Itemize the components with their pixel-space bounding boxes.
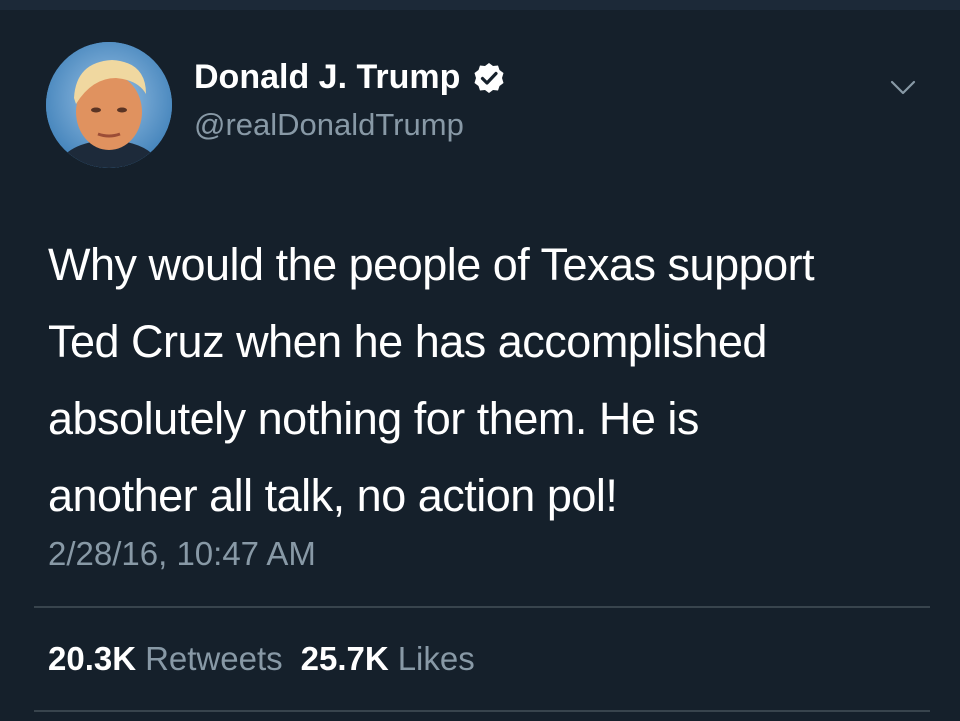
author-display-name[interactable]: Donald J. Trump [194,58,506,97]
likes-count: 25.7K [300,640,389,677]
display-name-text: Donald J. Trump [194,58,461,96]
retweets-stat[interactable]: 20.3K Retweets [48,640,283,677]
tweet-timestamp[interactable]: 2/28/16, 10:47 AM [48,535,316,573]
verified-badge-icon [474,62,504,93]
likes-label: Likes [397,640,475,677]
retweets-label: Retweets [145,640,283,677]
tweet-text-line: another all talk, no action pol! [48,470,618,521]
divider [34,710,930,712]
tweet-text: Why would the people of Texas support Te… [48,226,928,534]
divider [34,606,930,608]
author-handle[interactable]: @realDonaldTrump [194,107,464,143]
likes-stat[interactable]: 25.7K Likes [301,640,475,677]
retweets-count: 20.3K [48,640,137,677]
tweet-text-line: Ted Cruz when he has accomplished [48,316,767,367]
profile-photo-icon [46,42,172,168]
chevron-down-icon[interactable] [890,80,916,96]
top-strip [0,0,960,10]
tweet-text-line: absolutely nothing for them. He is [48,393,699,444]
tweet-text-line: Why would the people of Texas support [48,239,815,290]
tweet-stats: 20.3K Retweets 25.7K Likes [48,640,475,678]
avatar[interactable] [46,42,172,168]
